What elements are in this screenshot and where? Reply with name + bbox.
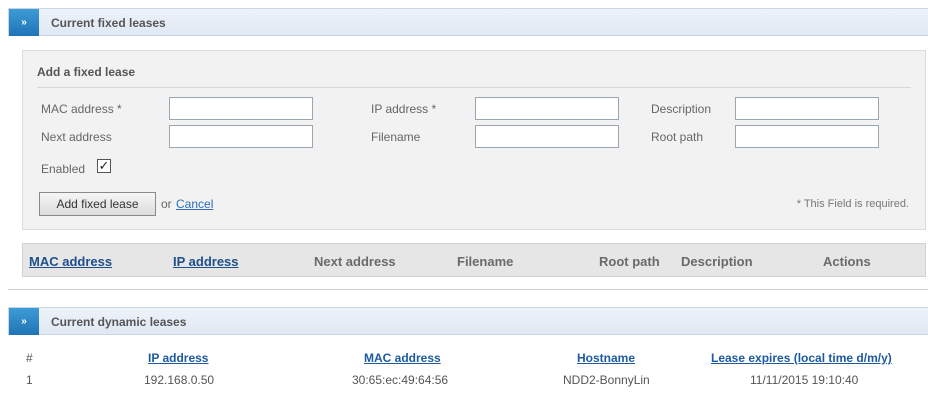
next-address-label: Next address <box>41 130 112 144</box>
double-chevron-right-icon[interactable]: » <box>9 308 39 335</box>
col-description: Description <box>681 254 753 269</box>
row-ip-address: 192.168.0.50 <box>144 373 215 387</box>
row-lease-expires: 11/11/2015 19:10:40 <box>750 373 859 387</box>
dynamic-leases-header: » Current dynamic leases <box>8 307 928 335</box>
root-path-label: Root path <box>651 130 704 144</box>
description-input[interactable] <box>735 97 879 120</box>
fixed-leases-header: » Current fixed leases <box>8 8 928 36</box>
row-hostname: NDD2-BonnyLin <box>563 373 650 387</box>
filename-label: Filename <box>371 130 421 144</box>
enabled-checkbox[interactable]: ✓ <box>97 159 111 173</box>
col-lease-expires[interactable]: Lease expires (local time d/m/y) <box>711 351 892 365</box>
filename-input[interactable] <box>475 125 619 148</box>
col-filename: Filename <box>457 254 514 269</box>
col-root-path: Root path <box>599 254 660 269</box>
mac-address-input[interactable] <box>169 97 313 120</box>
col-dyn-mac-address[interactable]: MAC address <box>364 351 441 365</box>
col-ip-address[interactable]: IP address <box>173 254 239 269</box>
cancel-link[interactable]: Cancel <box>176 197 213 211</box>
add-fixed-lease-title: Add a fixed lease <box>37 65 136 79</box>
col-hostname[interactable]: Hostname <box>577 351 635 365</box>
fixed-leases-table-header: MAC address IP address Next address File… <box>22 243 926 277</box>
col-actions: Actions <box>823 254 871 269</box>
double-chevron-right-icon[interactable]: » <box>9 9 39 36</box>
fixed-leases-title: Current fixed leases <box>51 16 166 30</box>
section-divider <box>8 289 928 290</box>
mac-address-label: MAC address * <box>41 102 122 116</box>
dynamic-leases-title: Current dynamic leases <box>51 315 187 329</box>
form-divider <box>37 87 911 88</box>
col-next-address: Next address <box>314 254 396 269</box>
col-index: # <box>26 351 33 365</box>
or-text: or <box>161 197 172 211</box>
required-note: * This Field is required. <box>796 198 909 210</box>
next-address-input[interactable] <box>169 125 313 148</box>
ip-address-input[interactable] <box>475 97 619 120</box>
ip-address-label: IP address * <box>371 102 437 116</box>
row-index: 1 <box>26 373 33 387</box>
add-fixed-lease-button[interactable]: Add fixed lease <box>39 192 156 216</box>
row-mac-address: 30:65:ec:49:64:56 <box>352 373 449 387</box>
add-fixed-lease-form: Add a fixed lease MAC address * IP addre… <box>22 50 926 230</box>
root-path-input[interactable] <box>735 125 879 148</box>
col-dyn-ip-address[interactable]: IP address <box>148 351 208 365</box>
col-mac-address[interactable]: MAC address <box>29 254 112 269</box>
description-label: Description <box>651 102 712 116</box>
enabled-label: Enabled <box>41 162 86 176</box>
